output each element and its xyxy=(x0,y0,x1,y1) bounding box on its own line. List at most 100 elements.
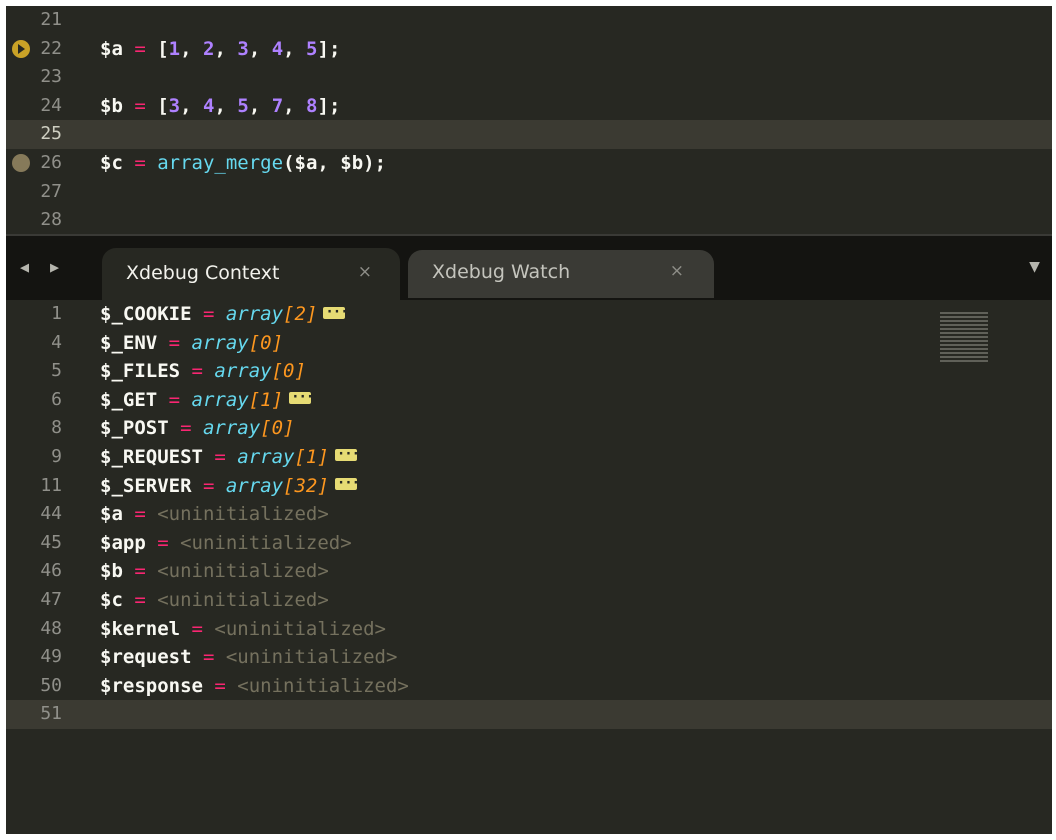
context-entry: $a = <uninitialized> xyxy=(100,500,329,529)
line-number: 48 xyxy=(40,617,62,639)
array-count: [0] xyxy=(260,417,295,440)
expand-ellipsis-icon[interactable] xyxy=(289,383,313,412)
close-icon[interactable]: × xyxy=(358,262,372,282)
code-token: 5 xyxy=(237,94,249,117)
context-row[interactable]: 11 $_SERVER = array[32] xyxy=(6,469,1052,501)
code-token: 1 xyxy=(168,37,181,60)
array-count: [1] xyxy=(294,445,329,468)
code-token: = xyxy=(134,151,158,174)
context-row[interactable]: 4 $_ENV = array[0] xyxy=(6,329,1052,358)
context-row[interactable]: 1 $_COOKIE = array[2] xyxy=(6,298,1052,329)
tab-xdebug-watch[interactable]: Xdebug Watch × xyxy=(408,250,714,298)
expand-ellipsis-icon[interactable] xyxy=(334,440,359,469)
equals-sign: = xyxy=(145,531,181,554)
context-row[interactable]: 49 $request = <uninitialized> xyxy=(6,643,1052,672)
context-row[interactable]: 44 $a = <uninitialized> xyxy=(6,500,1052,529)
context-row[interactable]: 8 $_POST = array[0] xyxy=(6,414,1052,443)
close-icon[interactable]: × xyxy=(670,261,684,281)
expand-ellipsis-icon[interactable] xyxy=(323,298,348,326)
context-row[interactable]: 48 $kernel = <uninitialized> xyxy=(6,615,1052,644)
editor-line[interactable]: 27 xyxy=(6,178,1052,207)
line-number: 21 xyxy=(40,9,62,30)
context-row[interactable]: 51 xyxy=(6,700,1052,729)
editor-line[interactable]: 21 xyxy=(6,6,1052,35)
code-token: $a xyxy=(100,37,135,60)
line-number: 23 xyxy=(40,66,62,88)
editor-line[interactable]: 23 xyxy=(6,63,1052,92)
code-token: ]; xyxy=(317,94,341,117)
code-token: 4 xyxy=(271,37,284,60)
context-row[interactable]: 47 $c = <uninitialized> xyxy=(6,586,1052,615)
editor-line[interactable]: 24 $b = [3, 4, 5, 7, 8]; xyxy=(6,92,1052,121)
variable-value: <uninitialized> xyxy=(225,646,398,669)
code-token: , xyxy=(248,37,272,60)
context-row[interactable]: 6 $_GET = array[1] xyxy=(6,383,1052,415)
code-token: 7 xyxy=(271,94,284,117)
equals-sign: = xyxy=(157,388,192,411)
variable-name: $response xyxy=(100,674,203,697)
context-row[interactable]: 50 $response = <uninitialized> xyxy=(6,672,1052,701)
tab-menu-arrow-icon[interactable]: ▼ xyxy=(1029,256,1040,277)
tab-xdebug-context[interactable]: Xdebug Context × xyxy=(102,248,400,302)
code-token: $c xyxy=(100,151,135,174)
context-entry: $_POST = array[0] xyxy=(100,414,295,443)
context-entry: $_ENV = array[0] xyxy=(100,329,283,358)
variable-name: $_POST xyxy=(100,417,169,440)
code-token: ($a, $b); xyxy=(283,151,387,174)
line-number: 27 xyxy=(40,180,62,202)
context-row[interactable]: 45 $app = <uninitialized> xyxy=(6,529,1052,558)
equals-sign: = xyxy=(157,331,192,354)
context-entry: $_COOKIE = array[2] xyxy=(100,298,348,329)
expand-ellipsis-icon[interactable] xyxy=(334,469,359,498)
code-text: $a = [1, 2, 3, 4, 5]; xyxy=(100,35,340,64)
minimap[interactable] xyxy=(940,312,988,364)
line-number: 1 xyxy=(51,303,62,324)
context-row[interactable]: 5 $_FILES = array[0] xyxy=(6,357,1052,386)
code-token: [ xyxy=(157,37,169,60)
editor-line[interactable]: 28 xyxy=(6,206,1052,235)
variable-name: $app xyxy=(100,531,146,554)
variable-name: $kernel xyxy=(100,617,181,640)
line-number: 9 xyxy=(51,445,62,467)
code-editor[interactable]: 21 22 $a = [1, 2, 3, 4, 5]; 23 24 $b = [3, 4,… xyxy=(6,6,1052,234)
variable-name: $c xyxy=(100,588,123,611)
line-number: 49 xyxy=(40,646,62,668)
code-token: , xyxy=(214,94,238,117)
line-number: 46 xyxy=(40,560,62,582)
line-number: 25 xyxy=(40,123,62,145)
line-number: 50 xyxy=(40,674,62,696)
equals-sign: = xyxy=(191,303,226,325)
context-entry: $_REQUEST = array[1] xyxy=(100,440,359,472)
variable-name: $a xyxy=(100,503,123,526)
editor-line[interactable]: 26 $c = array_merge($a, $b); xyxy=(6,149,1052,178)
value-type: array xyxy=(202,417,261,440)
equals-sign: = xyxy=(202,445,238,468)
code-token: 3 xyxy=(237,37,249,60)
context-row[interactable]: 9 $_REQUEST = array[1] xyxy=(6,440,1052,472)
line-number: 11 xyxy=(40,474,62,496)
context-entry: $app = <uninitialized> xyxy=(100,529,352,558)
code-token: 2 xyxy=(203,37,215,60)
array-count: [32] xyxy=(283,474,329,497)
code-token: ]; xyxy=(317,37,341,60)
code-token: 5 xyxy=(306,37,318,60)
line-number: 26 xyxy=(40,151,62,173)
editor-line[interactable]: 22 $a = [1, 2, 3, 4, 5]; xyxy=(6,35,1052,64)
context-row[interactable]: 46 $b = <uninitialized> xyxy=(6,557,1052,586)
tab-nav-arrows[interactable]: ◀ ▶ xyxy=(20,258,65,276)
value-type: array xyxy=(191,331,249,354)
context-entry: $kernel = <uninitialized> xyxy=(100,615,386,644)
context-entry: $response = <uninitialized> xyxy=(100,672,409,701)
tab-label: Xdebug Context xyxy=(126,262,280,284)
equals-sign: = xyxy=(122,560,158,583)
variable-value: <uninitialized> xyxy=(157,560,329,583)
line-number: 45 xyxy=(40,531,62,553)
array-count: [1] xyxy=(248,388,284,411)
editor-line[interactable]: 25 xyxy=(6,120,1052,149)
xdebug-context-panel[interactable]: 1 $_COOKIE = array[2]4$_ENV = array[0]5$_… xyxy=(6,298,1052,834)
variable-name: $_GET xyxy=(100,388,158,411)
variable-name: $b xyxy=(100,560,123,583)
line-number: 8 xyxy=(51,417,62,439)
value-type: array xyxy=(237,445,295,468)
code-token: = xyxy=(134,94,158,117)
